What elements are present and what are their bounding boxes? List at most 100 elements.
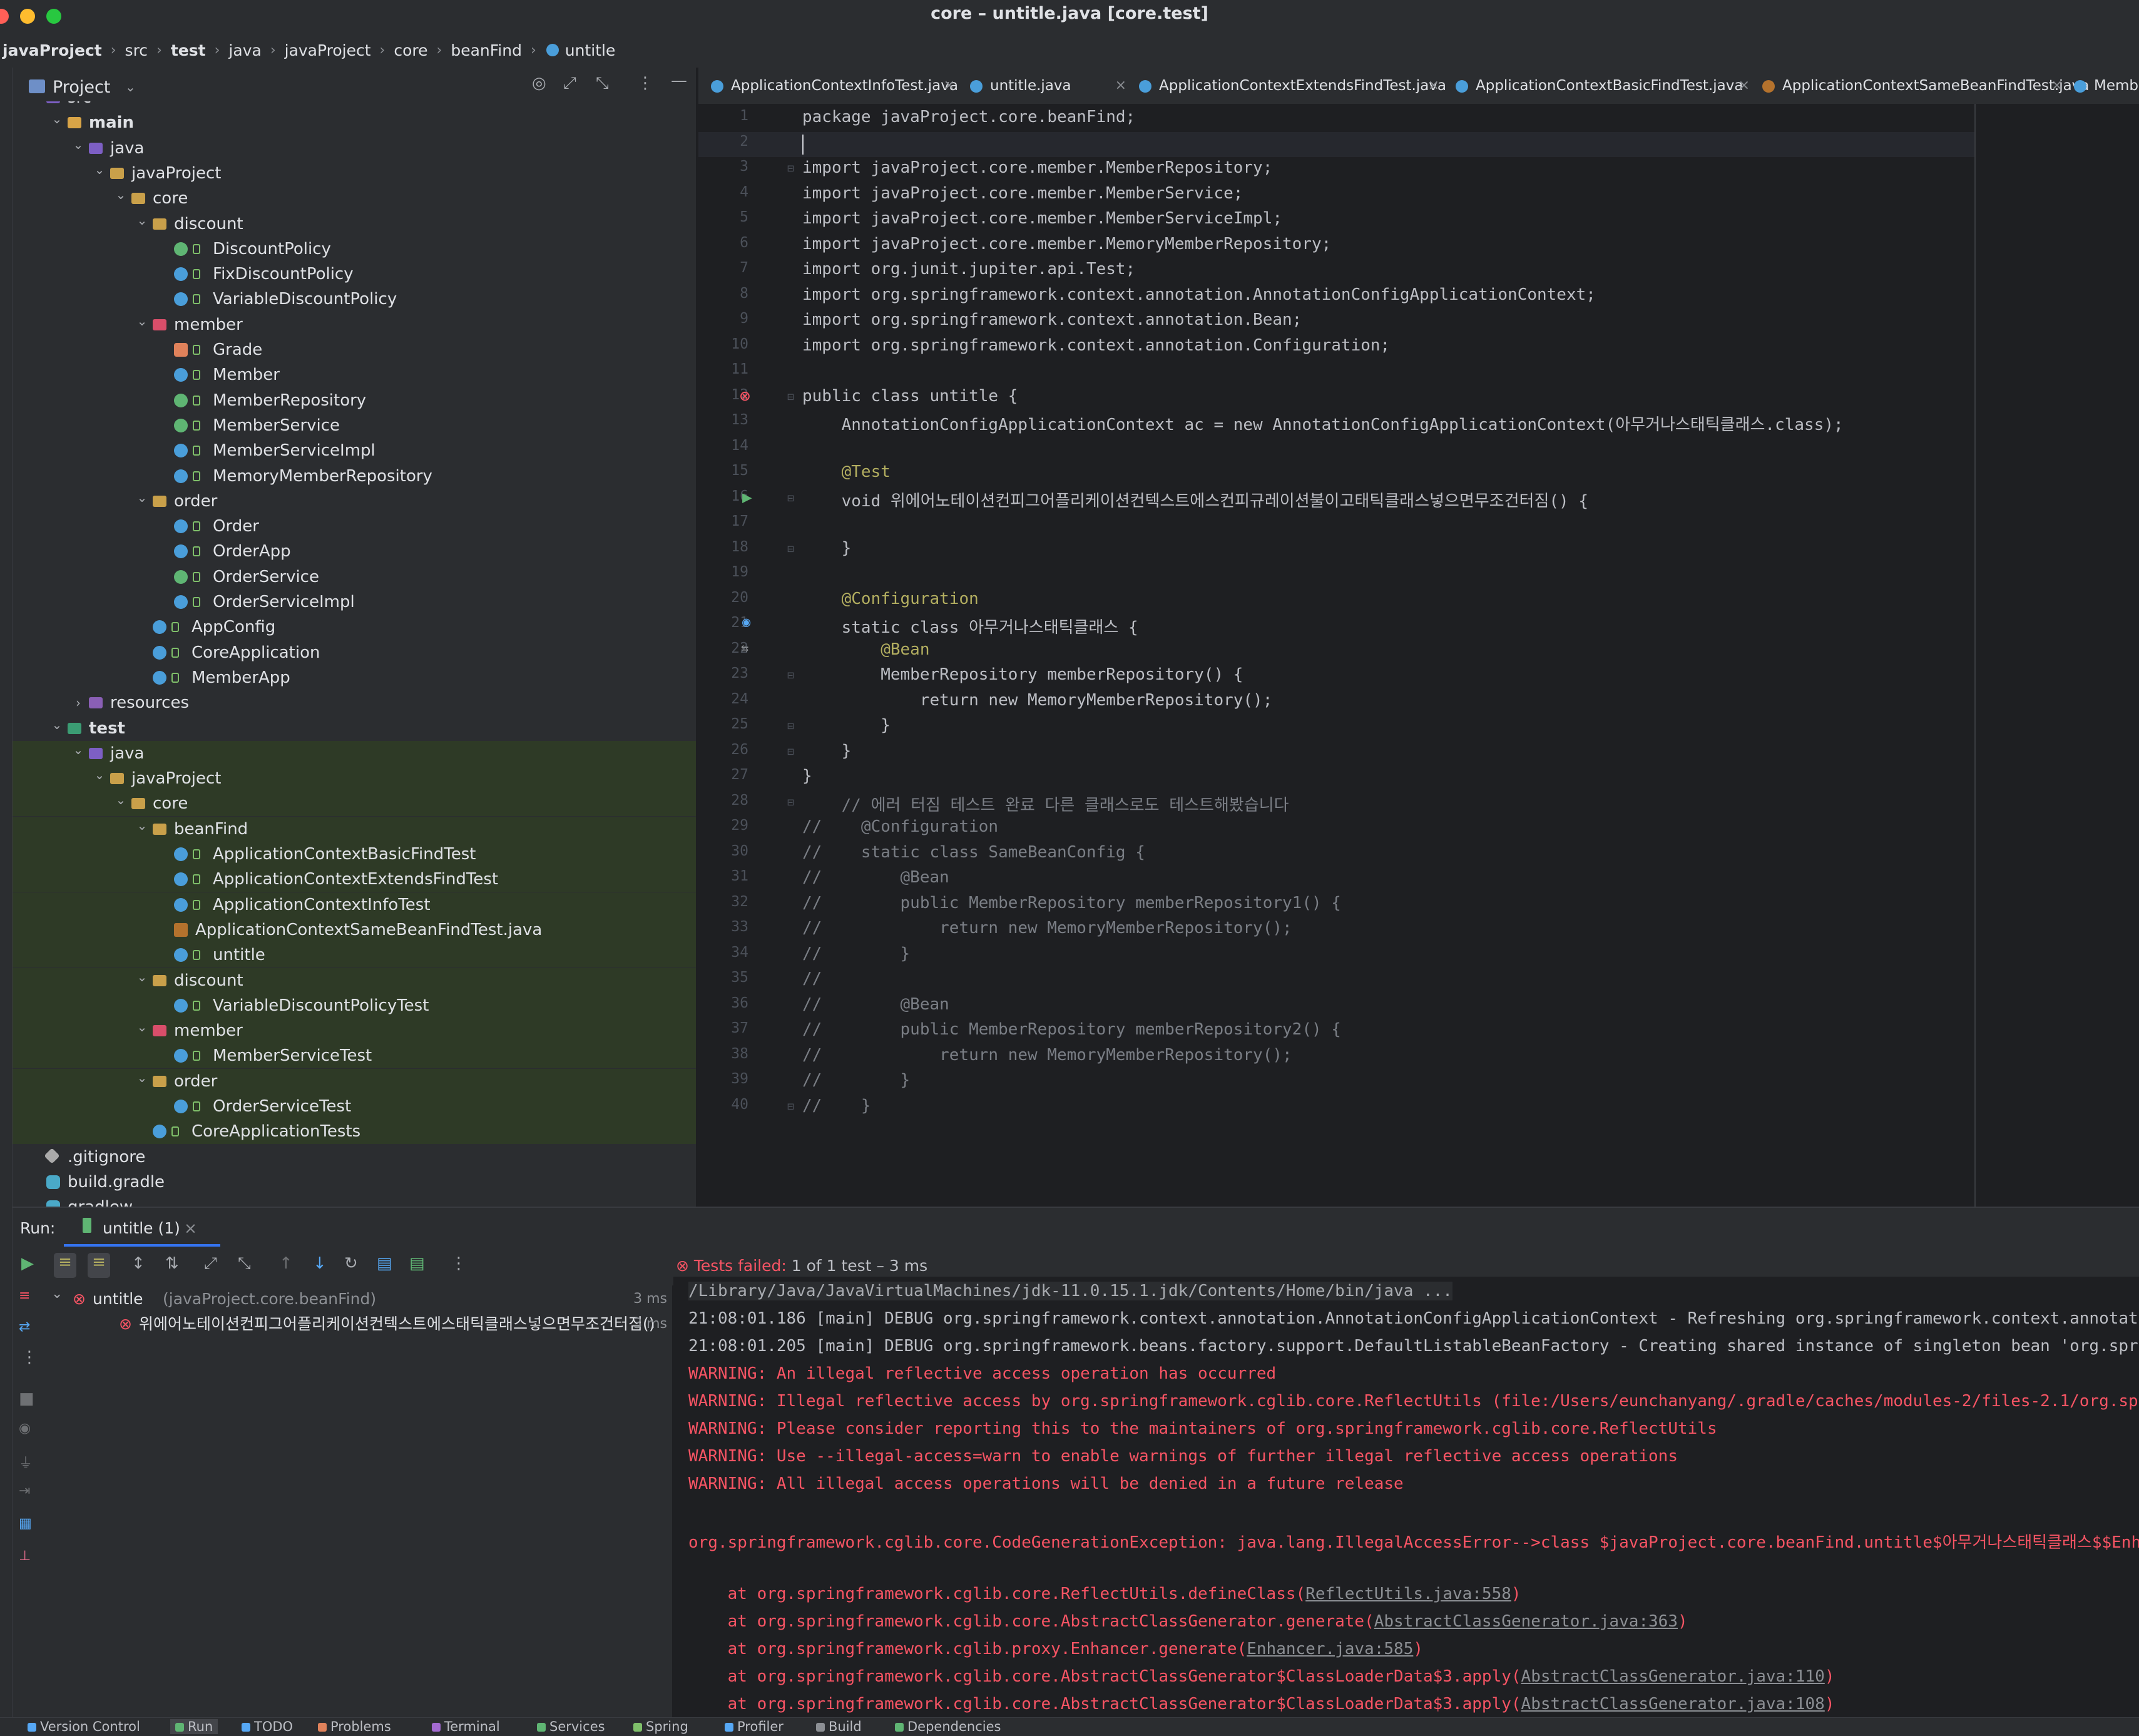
tree-item[interactable]: › resources: [13, 690, 696, 715]
previous-failed-icon[interactable]: ↑: [279, 1254, 293, 1273]
editor-tab[interactable]: ApplicationContextExtendsFindTest.java ×: [1139, 68, 1446, 104]
chevron-down-icon[interactable]: ⌄: [50, 106, 64, 131]
breadcrumb-item[interactable]: src: [123, 41, 151, 59]
tree-item[interactable]: OrderApp: [13, 539, 696, 564]
editor-tab[interactable]: ApplicationContextInfoTest.java ×: [711, 68, 958, 104]
editor-tab[interactable]: MemberS: [2074, 68, 2139, 104]
stack-trace-link[interactable]: AbstractClassGenerator.java:110: [1521, 1667, 1825, 1686]
breadcrumb-item[interactable]: test: [168, 41, 208, 59]
sort-alpha-icon[interactable]: ↕: [131, 1254, 145, 1273]
tree-item[interactable]: Order: [13, 514, 696, 539]
breadcrumb-item[interactable]: javaProject: [0, 41, 105, 59]
tree-item[interactable]: build.gradle: [13, 1170, 696, 1195]
tree-item[interactable]: OrderService: [13, 564, 696, 590]
breadcrumb-item[interactable]: core: [391, 41, 430, 59]
tree-item[interactable]: ⌄ member: [13, 312, 696, 337]
tree-item[interactable]: MemberServiceImpl: [13, 438, 696, 463]
more-run-options-icon[interactable]: ⋮: [451, 1254, 467, 1273]
chevron-down-icon[interactable]: ⌄: [135, 485, 149, 510]
tool-window-todo[interactable]: TODO: [242, 1719, 293, 1734]
editor-tab[interactable]: ApplicationContextBasicFindTest.java ×: [1456, 68, 1750, 104]
tree-item[interactable]: VariableDiscountPolicyTest: [13, 993, 696, 1018]
tree-item[interactable]: ⌄ src: [13, 101, 696, 110]
tree-item[interactable]: untitle: [13, 942, 696, 968]
breadcrumb-item[interactable]: beanFind: [448, 41, 524, 59]
run-test-icon[interactable]: ▶: [742, 488, 752, 507]
tree-item[interactable]: Member: [13, 362, 696, 387]
close-tab-icon[interactable]: ×: [1115, 68, 1126, 104]
tree-item[interactable]: CoreApplicationTests: [13, 1119, 696, 1145]
chevron-down-icon[interactable]: ⌄: [114, 787, 128, 812]
tree-item[interactable]: ApplicationContextExtendsFindTest: [13, 867, 696, 892]
collapse-all-icon[interactable]: ⤡: [596, 74, 609, 93]
chevron-down-icon[interactable]: ⌄: [135, 208, 149, 233]
tool-window-profiler[interactable]: Profiler: [725, 1719, 784, 1734]
close-tab-icon[interactable]: ×: [1428, 68, 1439, 104]
tool-window-build[interactable]: Build: [816, 1719, 862, 1734]
tree-item[interactable]: OrderServiceImpl: [13, 590, 696, 615]
chevron-down-icon[interactable]: ⌄: [135, 1014, 149, 1039]
fold-marker-icon[interactable]: ⊟: [787, 796, 794, 809]
chevron-down-icon[interactable]: ⌄: [135, 964, 149, 989]
fold-marker-icon[interactable]: ⊟: [787, 720, 794, 733]
chevron-down-icon[interactable]: ⌄: [114, 182, 128, 207]
pin-icon[interactable]: ⊥: [19, 1548, 31, 1564]
tool-window-version-control[interactable]: Version Control: [28, 1719, 140, 1734]
tree-item[interactable]: ⌄ order: [13, 1068, 696, 1094]
tree-item[interactable]: ApplicationContextInfoTest: [13, 892, 696, 917]
breadcrumb-item[interactable]: untitle: [563, 41, 618, 59]
history-icon[interactable]: ↻: [344, 1254, 358, 1273]
layout-icon[interactable]: ▦: [19, 1516, 32, 1531]
expand-all-icon[interactable]: ⤢: [563, 74, 576, 93]
chevron-down-icon[interactable]: ⌄: [71, 132, 85, 157]
tree-item[interactable]: MemberService: [13, 413, 696, 438]
tool-window-services[interactable]: Services: [537, 1719, 605, 1734]
error-marker-icon[interactable]: ⊗: [740, 385, 750, 406]
chevron-down-icon[interactable]: ⌄: [125, 79, 136, 94]
fold-marker-icon[interactable]: ⊟: [787, 391, 794, 404]
chevron-down-icon[interactable]: ⌄: [51, 1282, 63, 1307]
console-output[interactable]: /Library/Java/JavaVirtualMachines/jdk-11…: [673, 1277, 2139, 1717]
export-tests-icon[interactable]: ▤: [409, 1254, 425, 1273]
sort-duration-icon[interactable]: ⇅: [165, 1254, 179, 1273]
tree-item[interactable]: VariableDiscountPolicy: [13, 287, 696, 312]
chevron-down-icon[interactable]: ⌄: [71, 737, 85, 762]
fold-marker-icon[interactable]: ⊟: [787, 669, 794, 682]
tree-item[interactable]: Grade: [13, 337, 696, 362]
tree-item[interactable]: MemberApp: [13, 665, 696, 690]
fold-marker-icon[interactable]: ⊟: [787, 162, 794, 175]
close-tab-icon[interactable]: ×: [944, 68, 955, 104]
tree-item[interactable]: MemberRepository: [13, 388, 696, 413]
breadcrumb-item[interactable]: javaProject: [282, 41, 374, 59]
tool-window-spring[interactable]: Spring: [633, 1719, 688, 1734]
tree-item[interactable]: ⌄ beanFind: [13, 816, 696, 842]
fold-marker-icon[interactable]: ⊟: [787, 543, 794, 556]
stop-process-icon[interactable]: ■: [19, 1389, 34, 1408]
bean-icon[interactable]: ◉: [742, 615, 750, 630]
chevron-down-icon[interactable]: ⌄: [29, 101, 43, 106]
tree-item[interactable]: ⌄ core: [13, 186, 696, 211]
rerun-icon[interactable]: ▶: [21, 1254, 34, 1273]
project-panel-title[interactable]: Project: [53, 78, 110, 97]
stack-trace-link[interactable]: AbstractClassGenerator.java:108: [1521, 1695, 1825, 1713]
test-result-row[interactable]: ⌄ ⊗ untitle (javaProject.core.beanFind) 3 ms: [50, 1286, 672, 1312]
breadcrumb-item[interactable]: java: [226, 41, 263, 59]
close-tab-icon[interactable]: ×: [2051, 68, 2063, 104]
tool-window-terminal[interactable]: Terminal: [432, 1719, 500, 1734]
chevron-down-icon[interactable]: ⌄: [135, 813, 149, 838]
chevron-down-icon[interactable]: ⌄: [135, 1065, 149, 1090]
next-failed-icon[interactable]: ↓: [313, 1254, 327, 1273]
tree-item[interactable]: MemberServiceTest: [13, 1043, 696, 1069]
code-editor[interactable]: 1 2 3 4 5 6 7 8 9 10 11 12 13 14 15 16 17 18 19 20 21 22 23 24 2…: [698, 104, 2139, 1207]
bean-method-icon[interactable]: ⇆: [741, 640, 748, 655]
tool-window-dependencies[interactable]: Dependencies: [895, 1719, 1001, 1734]
show-passed-icon[interactable]: ≡: [54, 1253, 76, 1278]
fold-marker-icon[interactable]: ⊟: [787, 492, 794, 505]
tree-item[interactable]: ⌄ test: [13, 716, 696, 741]
tree-item[interactable]: ⌄ java: [13, 136, 696, 161]
tree-item[interactable]: ⌄ main: [13, 110, 696, 135]
tree-item[interactable]: MemoryMemberRepository: [13, 464, 696, 489]
camera-icon[interactable]: ◉: [19, 1421, 31, 1436]
more-icon[interactable]: ⋮: [21, 1348, 38, 1367]
hide-panel-icon[interactable]: —: [671, 71, 687, 90]
